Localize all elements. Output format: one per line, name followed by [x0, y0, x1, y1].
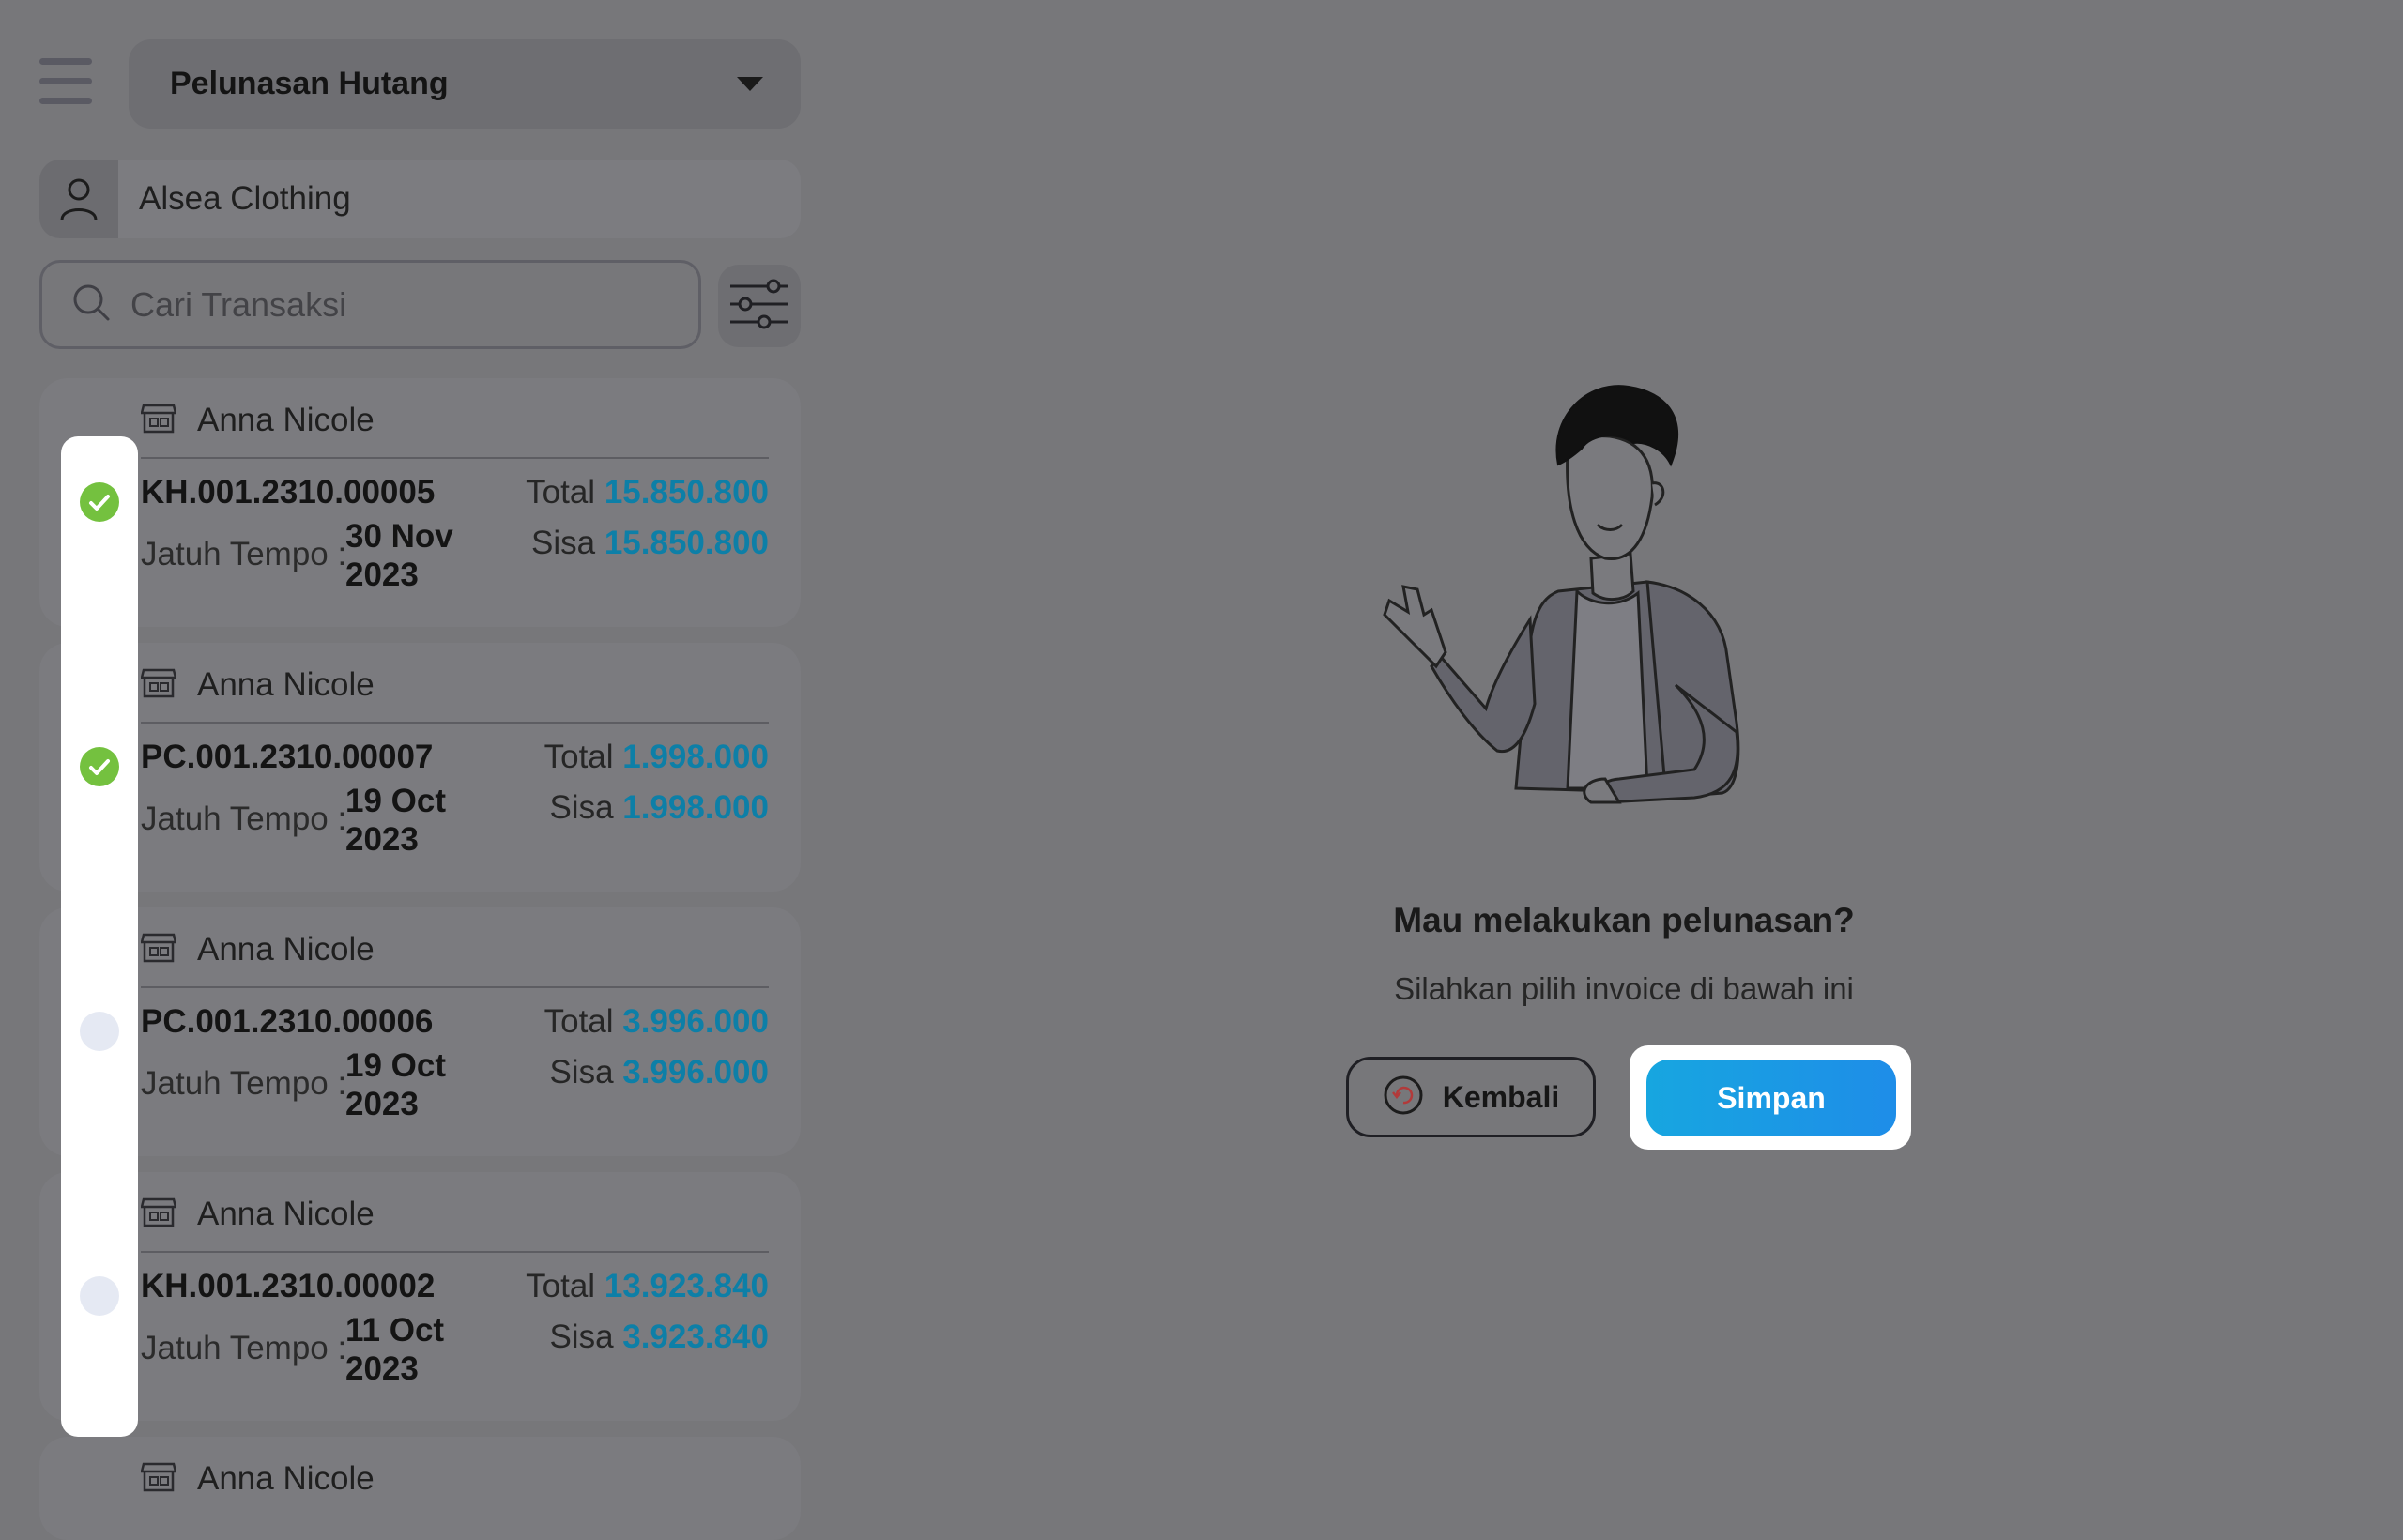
total-amount: 15.850.800 — [604, 474, 769, 511]
invoice-card[interactable]: Anna Nicole PC.001.2310.00007 Jatuh Temp… — [39, 643, 801, 892]
store-name: Anna Nicole — [197, 931, 375, 968]
customer-name: Alsea Clothing — [139, 180, 351, 217]
store-icon — [140, 403, 177, 439]
sliders-icon — [727, 271, 792, 342]
due-label: Jatuh Tempo : — [141, 1330, 347, 1366]
invoice-card[interactable]: Anna Nicole PC.001.2310.00006 Jatuh Temp… — [39, 907, 801, 1156]
back-button-label: Kembali — [1442, 1079, 1560, 1114]
hamburger-menu-icon[interactable] — [39, 58, 92, 111]
check-circle-icon[interactable] — [80, 482, 119, 522]
divider — [141, 722, 769, 724]
invoice-number: PC.001.2310.00006 — [141, 1003, 434, 1040]
amounts: Total 15.850.800 Sisa 15.850.800 — [526, 474, 769, 575]
due-date: 19 Oct 2023 — [345, 783, 446, 858]
remaining-label: Sisa — [531, 525, 596, 561]
store-name: Anna Nicole — [197, 402, 375, 438]
invoice-number: KH.001.2310.00005 — [141, 474, 436, 511]
store-icon — [140, 932, 177, 968]
store-icon — [140, 1461, 177, 1498]
total-label: Total — [526, 1268, 596, 1304]
due-date: 19 Oct 2023 — [345, 1047, 446, 1122]
store-row: Anna Nicole — [140, 662, 375, 709]
search-input[interactable] — [129, 283, 658, 326]
customer-field[interactable]: Alsea Clothing — [39, 160, 801, 238]
divider — [141, 1251, 769, 1253]
empty-state-subtitle: Silahkan pilih invoice di bawah ini — [1394, 971, 1854, 1006]
total-label: Total — [543, 1003, 614, 1040]
due-label: Jatuh Tempo : — [141, 800, 347, 837]
chevron-down-icon — [737, 77, 763, 91]
search-bar[interactable] — [39, 260, 701, 349]
checkbox-unchecked[interactable] — [80, 1012, 119, 1051]
remaining-label: Sisa — [549, 1319, 614, 1355]
invoice-card[interactable]: Anna Nicole — [39, 1437, 801, 1540]
divider — [141, 457, 769, 459]
total-label: Total — [526, 474, 596, 511]
remaining-label: Sisa — [549, 1054, 614, 1090]
due-date: 30 Nov 2023 — [345, 518, 453, 593]
store-name: Anna Nicole — [197, 1196, 375, 1232]
amounts: Total 3.996.000 Sisa 3.996.000 — [544, 1003, 769, 1105]
amounts: Total 13.923.840 Sisa 3.923.840 — [526, 1268, 769, 1369]
remaining-amount: 15.850.800 — [604, 525, 769, 561]
store-row: Anna Nicole — [140, 1191, 375, 1238]
due-label: Jatuh Tempo : — [141, 1065, 347, 1102]
person-waving-illustration — [1366, 375, 1891, 863]
checkbox-unchecked[interactable] — [80, 1276, 119, 1316]
total-amount: 1.998.000 — [622, 739, 769, 775]
empty-state-title: Mau melakukan pelunasan? — [1393, 901, 1855, 939]
due-date: 11 Oct 2023 — [345, 1312, 445, 1387]
total-label: Total — [543, 739, 614, 775]
amounts: Total 1.998.000 Sisa 1.998.000 — [544, 739, 769, 840]
invoice-number: PC.001.2310.00007 — [141, 739, 434, 775]
total-amount: 3.996.000 — [622, 1003, 769, 1040]
remaining-amount: 3.996.000 — [622, 1054, 769, 1090]
store-name: Anna Nicole — [197, 1460, 375, 1497]
store-icon — [140, 1197, 177, 1233]
save-button[interactable]: Simpan — [1646, 1060, 1896, 1136]
invoice-number: KH.001.2310.00002 — [141, 1268, 436, 1304]
document-type-label: Pelunasan Hutang — [170, 66, 449, 101]
remaining-label: Sisa — [549, 789, 614, 826]
total-amount: 13.923.840 — [604, 1268, 769, 1304]
due-label: Jatuh Tempo : — [141, 536, 347, 572]
store-row: Anna Nicole — [140, 926, 375, 973]
remaining-amount: 1.998.000 — [622, 789, 769, 826]
back-button[interactable]: Kembali — [1346, 1057, 1596, 1137]
undo-icon — [1383, 1075, 1424, 1121]
user-icon — [39, 160, 118, 238]
invoice-card[interactable]: Anna Nicole KH.001.2310.00002 Jatuh Temp… — [39, 1172, 801, 1421]
store-row: Anna Nicole — [140, 397, 375, 444]
filter-button[interactable] — [718, 265, 801, 347]
invoice-card[interactable]: Anna Nicole KH.001.2310.00005 Jatuh Temp… — [39, 378, 801, 627]
divider — [141, 986, 769, 988]
save-button-label: Simpan — [1717, 1080, 1826, 1115]
remaining-amount: 3.923.840 — [622, 1319, 769, 1355]
store-icon — [140, 667, 177, 704]
check-circle-icon[interactable] — [80, 747, 119, 786]
document-type-dropdown[interactable]: Pelunasan Hutang — [129, 39, 801, 129]
store-row: Anna Nicole — [140, 1456, 375, 1502]
store-name: Anna Nicole — [197, 666, 375, 703]
search-icon — [70, 282, 112, 328]
